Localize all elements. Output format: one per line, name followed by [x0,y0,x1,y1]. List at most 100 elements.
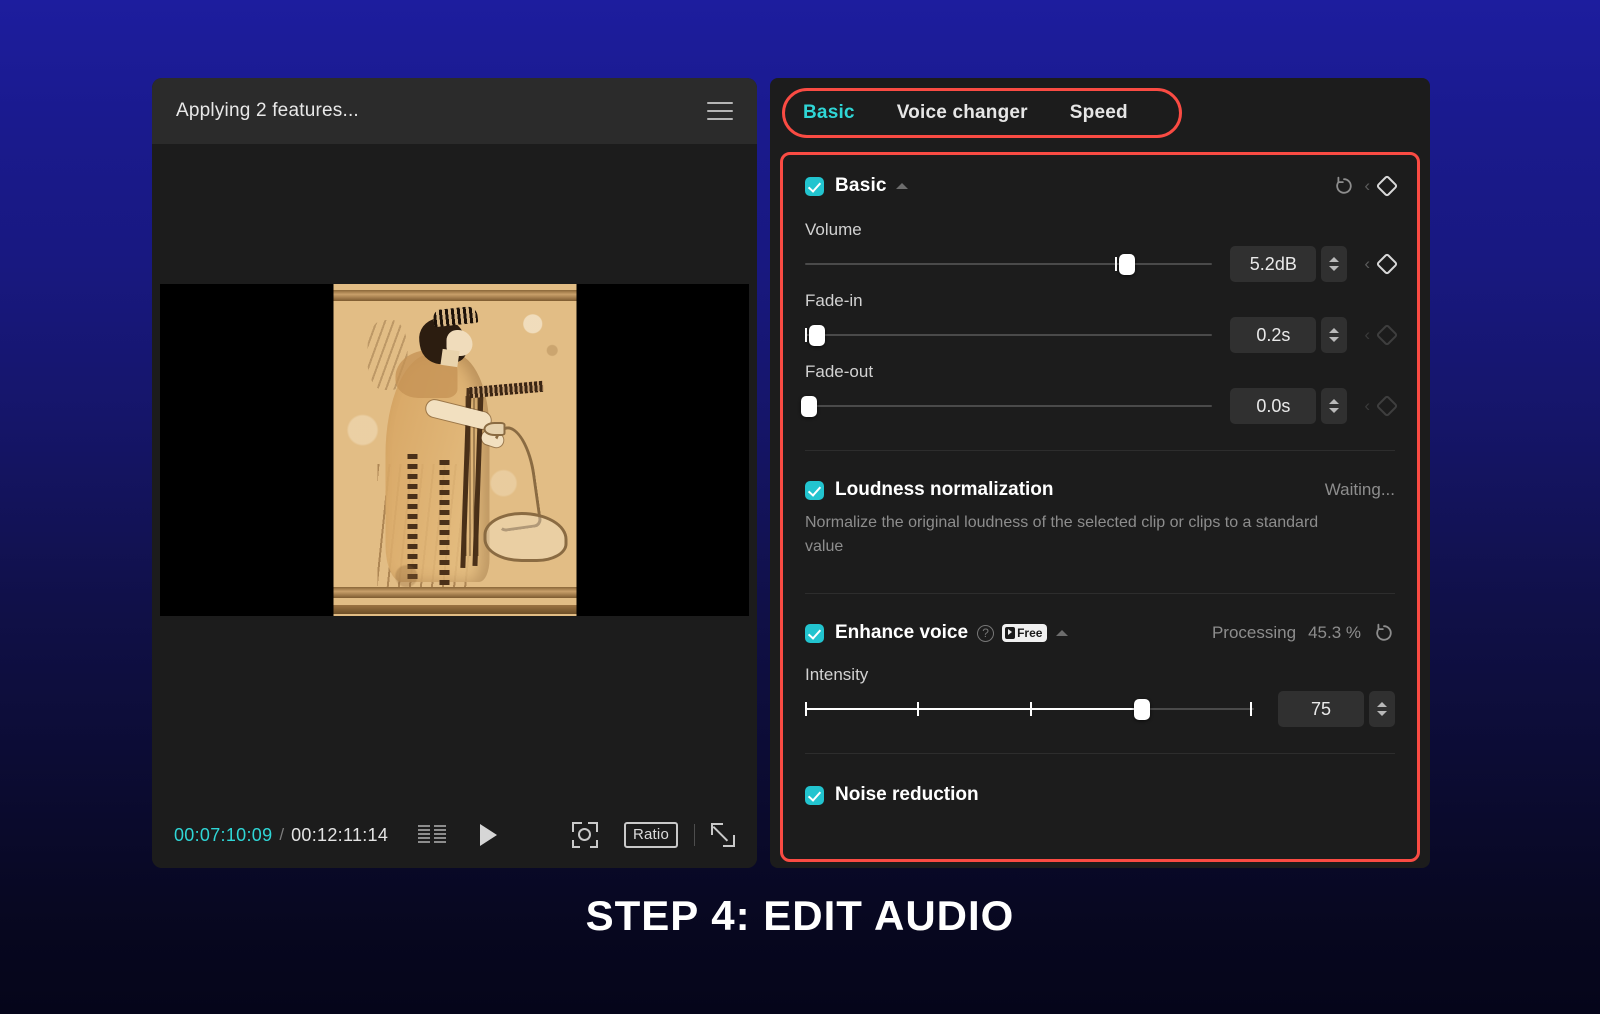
fade-in-value-field[interactable]: 0.2s [1230,317,1317,353]
video-preview-frame[interactable] [160,284,749,616]
enhance-voice-header: Enhance voice ? Free Processing 45.3 % [783,608,1417,644]
reset-icon[interactable] [1333,175,1355,197]
current-time: 00:07:10:09 [174,824,273,845]
fade-in-control-line: 0.2s ‹ [805,317,1399,353]
intensity-slider-fill [805,708,1142,710]
fade-in-label: Fade-in [805,291,863,310]
basic-section-header: Basic ‹ [783,155,1417,211]
player-titlebar: Applying 2 features... [152,78,757,144]
noise-reduction-checkbox[interactable] [805,785,824,805]
tab-speed[interactable]: Speed [1070,102,1128,124]
intensity-control-line: 75 [805,691,1395,727]
volume-prev-keyframe-icon[interactable]: ‹ [1364,254,1370,274]
fade-out-slider-knob[interactable] [801,396,818,417]
volume-control-line: 5.2dB ‹ [805,246,1399,282]
volume-control-row: Volume 5.2dB ‹ [783,211,1417,282]
fade-in-keyframe-group: ‹ [1355,323,1399,347]
player-stage [152,144,757,802]
chevron-left-icon[interactable]: ‹ [1364,176,1370,196]
caret-up-icon[interactable] [895,183,908,189]
intensity-control-row: Intensity 75 [783,644,1417,727]
loudness-normalization-title: Loudness normalization [835,479,1054,500]
intensity-label: Intensity [805,665,869,684]
fade-out-value-field[interactable]: 0.0s [1230,388,1317,424]
fade-in-control-row: Fade-in 0.2s ‹ [783,282,1417,353]
intensity-slider-knob[interactable] [1133,699,1150,720]
fade-in-prev-keyframe-icon[interactable]: ‹ [1364,325,1370,345]
fade-in-slider-knob[interactable] [809,325,826,346]
keyframe-diamond-icon[interactable] [1375,174,1399,198]
basic-section-title: Basic [835,175,887,196]
fade-out-slider[interactable] [801,393,1213,419]
volume-stepper[interactable] [1321,246,1348,282]
fade-in-keyframe-diamond-icon[interactable] [1375,323,1399,347]
toolbar-divider [694,824,695,846]
intensity-value-field[interactable]: 75 [1278,691,1364,727]
volume-slider-default-tick [1114,257,1117,271]
grid-view-icon[interactable] [418,825,447,845]
video-player-panel: Applying 2 features... 00:07:10:09 / 00:… [152,78,757,868]
bolt-icon [1005,627,1016,639]
volume-keyframe-group: ‹ [1355,252,1399,276]
loudness-normalization-header: Loudness normalization Waiting... [783,465,1417,501]
enhance-voice-checkbox[interactable] [805,623,824,643]
noise-reduction-header: Noise reduction [783,768,1417,806]
volume-slider-track [805,263,1213,265]
free-badge[interactable]: Free [1002,624,1048,642]
intensity-tick-25 [917,702,920,716]
fade-out-prev-keyframe-icon[interactable]: ‹ [1364,396,1370,416]
fade-out-control-row: Fade-out 0.0s ‹ [783,353,1417,424]
fade-in-slider[interactable] [805,322,1213,348]
intensity-tick-50 [1029,702,1032,716]
total-time: 00:12:11:14 [291,824,389,845]
intensity-stepper[interactable] [1369,691,1395,727]
video-preview-image [333,284,576,616]
enhance-voice-title: Enhance voice [835,622,969,643]
enhance-voice-progress-group: Processing 45.3 % [1212,622,1395,644]
fade-in-slider-track [805,334,1213,336]
enhance-voice-caret-up-icon[interactable] [1056,630,1069,636]
fade-out-stepper[interactable] [1321,388,1348,424]
loudness-normalization-checkbox[interactable] [805,480,824,500]
vase-bottom-band [333,587,576,598]
volume-slider-knob[interactable] [1118,254,1135,275]
tab-basic[interactable]: Basic [803,102,855,124]
loudness-normalization-description: Normalize the original loudness of the s… [805,514,1319,555]
properties-tab-bar: Basic Voice changer Speed [782,88,1182,138]
volume-keyframe-diamond-icon[interactable] [1375,252,1399,276]
step-caption: STEP 4: EDIT AUDIO [585,892,1015,939]
fade-out-keyframe-group: ‹ [1355,394,1399,418]
volume-slider[interactable] [805,251,1213,277]
intensity-slider[interactable] [805,696,1254,722]
ratio-button[interactable]: Ratio [623,822,678,848]
divider-after-enhance [805,753,1395,754]
help-question-icon[interactable]: ? [977,624,995,642]
vase-surface-texture [333,284,576,616]
fade-out-control-line: 0.0s ‹ [801,388,1399,424]
divider-after-loudness [805,593,1395,594]
volume-value-field[interactable]: 5.2dB [1230,246,1317,282]
enhance-voice-reset-icon[interactable] [1373,622,1395,644]
snapshot-zoom-icon[interactable] [571,822,598,848]
fade-out-label: Fade-out [805,362,874,381]
enhance-voice-status: Processing [1211,623,1297,642]
basic-checkbox[interactable] [805,176,824,196]
fade-out-slider-track [805,405,1213,407]
play-icon[interactable] [480,824,498,846]
fade-in-stepper[interactable] [1321,317,1348,353]
tab-voice-changer[interactable]: Voice changer [897,102,1028,124]
vase-foot-band [333,605,576,614]
fade-out-keyframe-diamond-icon[interactable] [1375,394,1399,418]
properties-content: Basic ‹ Volume 5.2dB ‹ Fade-in 0.2s ‹ Fa… [783,155,1417,859]
intensity-tick-0 [805,702,807,716]
divider-after-basic [805,450,1395,451]
hamburger-menu-icon[interactable] [707,102,733,120]
player-status-title: Applying 2 features... [176,100,359,121]
fade-in-slider-default-tick [805,328,807,342]
time-separator: / [279,825,285,844]
volume-label: Volume [805,220,862,239]
fullscreen-expand-icon[interactable] [711,823,735,847]
intensity-tick-100 [1249,702,1252,716]
player-toolbar: 00:07:10:09 / 00:12:11:14 Ratio [152,802,757,868]
loudness-status: Waiting... [1324,480,1395,499]
